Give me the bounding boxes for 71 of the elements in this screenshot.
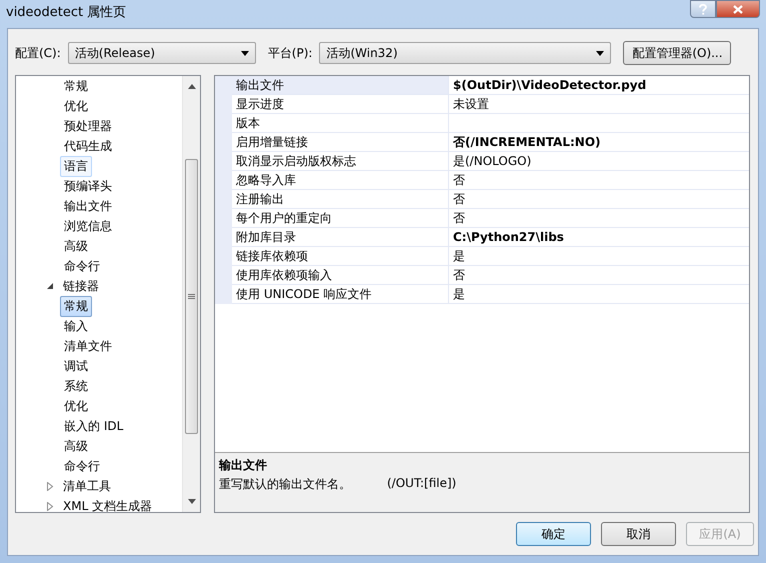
property-value[interactable]: 是(/NOLOGO) [449, 152, 749, 171]
property-value[interactable]: $(OutDir)\VideoDetector.pyd [449, 76, 749, 95]
close-icon [733, 4, 743, 14]
description-title: 输出文件 [219, 457, 268, 474]
config-label: 配置(C): [15, 44, 61, 62]
tree-item[interactable]: 嵌入的 IDL [60, 416, 128, 436]
property-name[interactable]: 取消显示启动版权标志 [232, 152, 449, 171]
help-icon [699, 4, 707, 14]
tree-item[interactable]: 系统 [60, 376, 92, 396]
tree-item[interactable]: 输入 [60, 316, 92, 336]
description-text: 重写默认的输出文件名。 [219, 476, 351, 493]
property-value[interactable]: 未设置 [449, 95, 749, 114]
close-button[interactable] [716, 0, 760, 18]
property-value[interactable]: 是 [449, 285, 749, 304]
property-name[interactable]: 显示进度 [232, 95, 449, 114]
expanded-arrow-icon[interactable] [46, 282, 54, 290]
property-name[interactable]: 注册输出 [232, 190, 449, 209]
switch-text: (/OUT:[file]) [387, 476, 456, 492]
tree-item[interactable]: 优化 [60, 96, 92, 116]
property-name[interactable]: 启用增量链接 [232, 133, 449, 152]
platform-dropdown[interactable]: 活动(Win32) [319, 42, 612, 64]
property-name[interactable]: 每个用户的重定向 [232, 209, 449, 228]
tree-item[interactable]: 调试 [60, 356, 92, 376]
property-value[interactable]: 否 [449, 190, 749, 209]
scrollbar[interactable] [182, 76, 200, 512]
property-value[interactable]: 否 [449, 209, 749, 228]
window-title: videodetect 属性页 [6, 4, 126, 21]
tree-item[interactable]: 链接器 [59, 276, 103, 296]
dialog-button[interactable]: 确定 [516, 522, 591, 546]
property-value[interactable]: 否 [449, 171, 749, 190]
scroll-up-icon[interactable] [188, 84, 196, 89]
property-name[interactable]: 输出文件 [232, 76, 449, 95]
tree-item[interactable]: 代码生成 [60, 136, 116, 156]
tree-item[interactable]: 预处理器 [60, 116, 116, 136]
property-value[interactable]: 否(/INCREMENTAL:NO) [449, 133, 749, 152]
tree-item[interactable]: 清单文件 [60, 336, 116, 356]
dropdown-arrow-icon [596, 50, 604, 56]
tree-item[interactable]: 语言 [60, 156, 92, 176]
property-name[interactable]: 使用库依赖项输入 [232, 266, 449, 285]
scroll-thumb[interactable] [185, 159, 198, 434]
tree-item[interactable]: XML 文档生成器 [59, 496, 156, 512]
tree-item[interactable]: 命令行 [60, 456, 104, 476]
tree-item[interactable]: 常规 [60, 76, 92, 96]
property-value[interactable]: 否 [449, 266, 749, 285]
tree-item[interactable]: 输出文件 [60, 196, 116, 216]
property-name[interactable]: 使用 UNICODE 响应文件 [232, 285, 449, 304]
property-name[interactable]: 版本 [232, 114, 449, 133]
config-dropdown[interactable]: 活动(Release) [68, 42, 256, 64]
collapsed-arrow-icon[interactable] [46, 502, 54, 510]
config-manager-button[interactable]: 配置管理器(O)... [623, 41, 732, 65]
tree-item[interactable]: 高级 [60, 236, 92, 256]
tree-item[interactable]: 清单工具 [59, 476, 115, 496]
tree-item[interactable]: 浏览信息 [60, 216, 116, 236]
tree-item[interactable]: 优化 [60, 396, 92, 416]
property-name[interactable]: 忽略导入库 [232, 171, 449, 190]
property-value[interactable]: C:\Python27\libs [449, 228, 749, 247]
dropdown-arrow-icon [240, 50, 249, 56]
property-value[interactable]: 是 [449, 247, 749, 266]
dialog-button[interactable]: 取消 [601, 522, 676, 546]
grip-icon [188, 294, 195, 299]
row-header [215, 285, 232, 304]
scroll-down-icon[interactable] [188, 499, 196, 504]
tree-item[interactable]: 常规 [60, 296, 92, 316]
tree-item[interactable]: 命令行 [60, 256, 104, 276]
collapsed-arrow-icon[interactable] [46, 482, 54, 490]
help-button[interactable] [690, 0, 716, 18]
tree-item[interactable]: 高级 [60, 436, 92, 456]
property-name[interactable]: 链接库依赖项 [232, 247, 449, 266]
tree-item[interactable]: 预编译头 [60, 176, 116, 196]
platform-label: 平台(P): [268, 44, 312, 62]
property-name[interactable]: 附加库目录 [232, 228, 449, 247]
